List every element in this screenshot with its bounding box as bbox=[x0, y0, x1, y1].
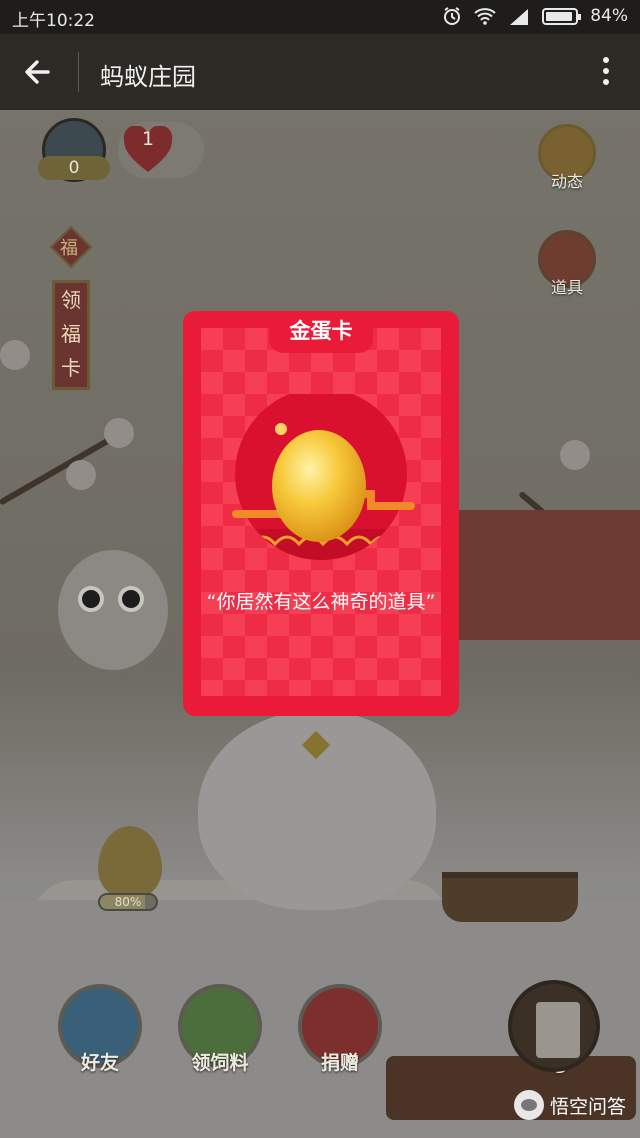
get-feed-label: 领饲料 bbox=[191, 1052, 249, 1074]
blossom bbox=[66, 460, 96, 490]
status-bar: 上午10:22 84% bbox=[0, 0, 640, 34]
feed-bag-circle bbox=[508, 980, 600, 1072]
fu-banner-label: 领福卡 bbox=[61, 288, 81, 380]
props-button[interactable]: 道具 bbox=[532, 230, 602, 298]
card-title: 金蛋卡 bbox=[269, 311, 373, 353]
fu-character: 福 bbox=[60, 238, 78, 259]
signal-icon bbox=[510, 9, 529, 25]
collect-fu-card-banner[interactable]: 领福卡 bbox=[52, 280, 90, 390]
watermark: 悟空问答 bbox=[513, 1090, 626, 1120]
blossom bbox=[560, 440, 590, 470]
alarm-icon bbox=[444, 7, 461, 25]
watermark-text: 悟空问答 bbox=[549, 1095, 626, 1118]
friends-button[interactable]: 好友 bbox=[58, 984, 142, 1075]
egg-progress-icon[interactable] bbox=[98, 826, 162, 900]
app-title-bar: 蚂蚁庄园 bbox=[0, 34, 640, 110]
battery-percent: 84% bbox=[590, 6, 628, 26]
back-arrow-icon[interactable] bbox=[18, 52, 58, 92]
lion-eye bbox=[118, 586, 144, 612]
title-divider bbox=[78, 52, 79, 92]
status-time: 上午10:22 bbox=[12, 11, 95, 31]
wukong-logo-icon bbox=[513, 1090, 544, 1120]
blossom bbox=[0, 340, 30, 370]
get-feed-button[interactable]: 领饲料 bbox=[178, 984, 262, 1075]
avatar-count-badge: 0 bbox=[38, 156, 110, 180]
golden-egg-card[interactable]: 金蛋卡 “你居然有这么神奇的道具” bbox=[183, 311, 459, 716]
barn bbox=[458, 510, 640, 640]
lion-eye bbox=[78, 586, 104, 612]
more-menu-icon[interactable] bbox=[596, 54, 616, 90]
friends-label: 好友 bbox=[80, 1052, 119, 1074]
tree-branch bbox=[0, 430, 123, 506]
feed-trough bbox=[442, 872, 578, 922]
moments-button[interactable]: 动态 bbox=[532, 124, 602, 192]
props-label: 道具 bbox=[550, 278, 583, 297]
moments-label: 动态 bbox=[550, 172, 583, 191]
feed-bag-icon bbox=[536, 1002, 580, 1058]
battery-icon bbox=[542, 7, 582, 25]
lion-dance-character bbox=[58, 550, 168, 670]
donate-label: 捐赠 bbox=[320, 1052, 359, 1074]
card-quote: “你居然有这么神奇的道具” bbox=[206, 591, 436, 613]
status-icons: 84% bbox=[442, 6, 628, 26]
heart-count: 1 bbox=[141, 128, 155, 150]
donate-button[interactable]: 捐赠 bbox=[298, 984, 382, 1075]
golden-egg-icon bbox=[232, 394, 415, 560]
feed-bag-button[interactable]: 0g bbox=[508, 980, 600, 1100]
egg-progress-text: 80% bbox=[114, 895, 142, 909]
page-title: 蚂蚁庄园 bbox=[100, 63, 196, 91]
blossom bbox=[104, 418, 134, 448]
wifi-icon bbox=[474, 8, 496, 25]
